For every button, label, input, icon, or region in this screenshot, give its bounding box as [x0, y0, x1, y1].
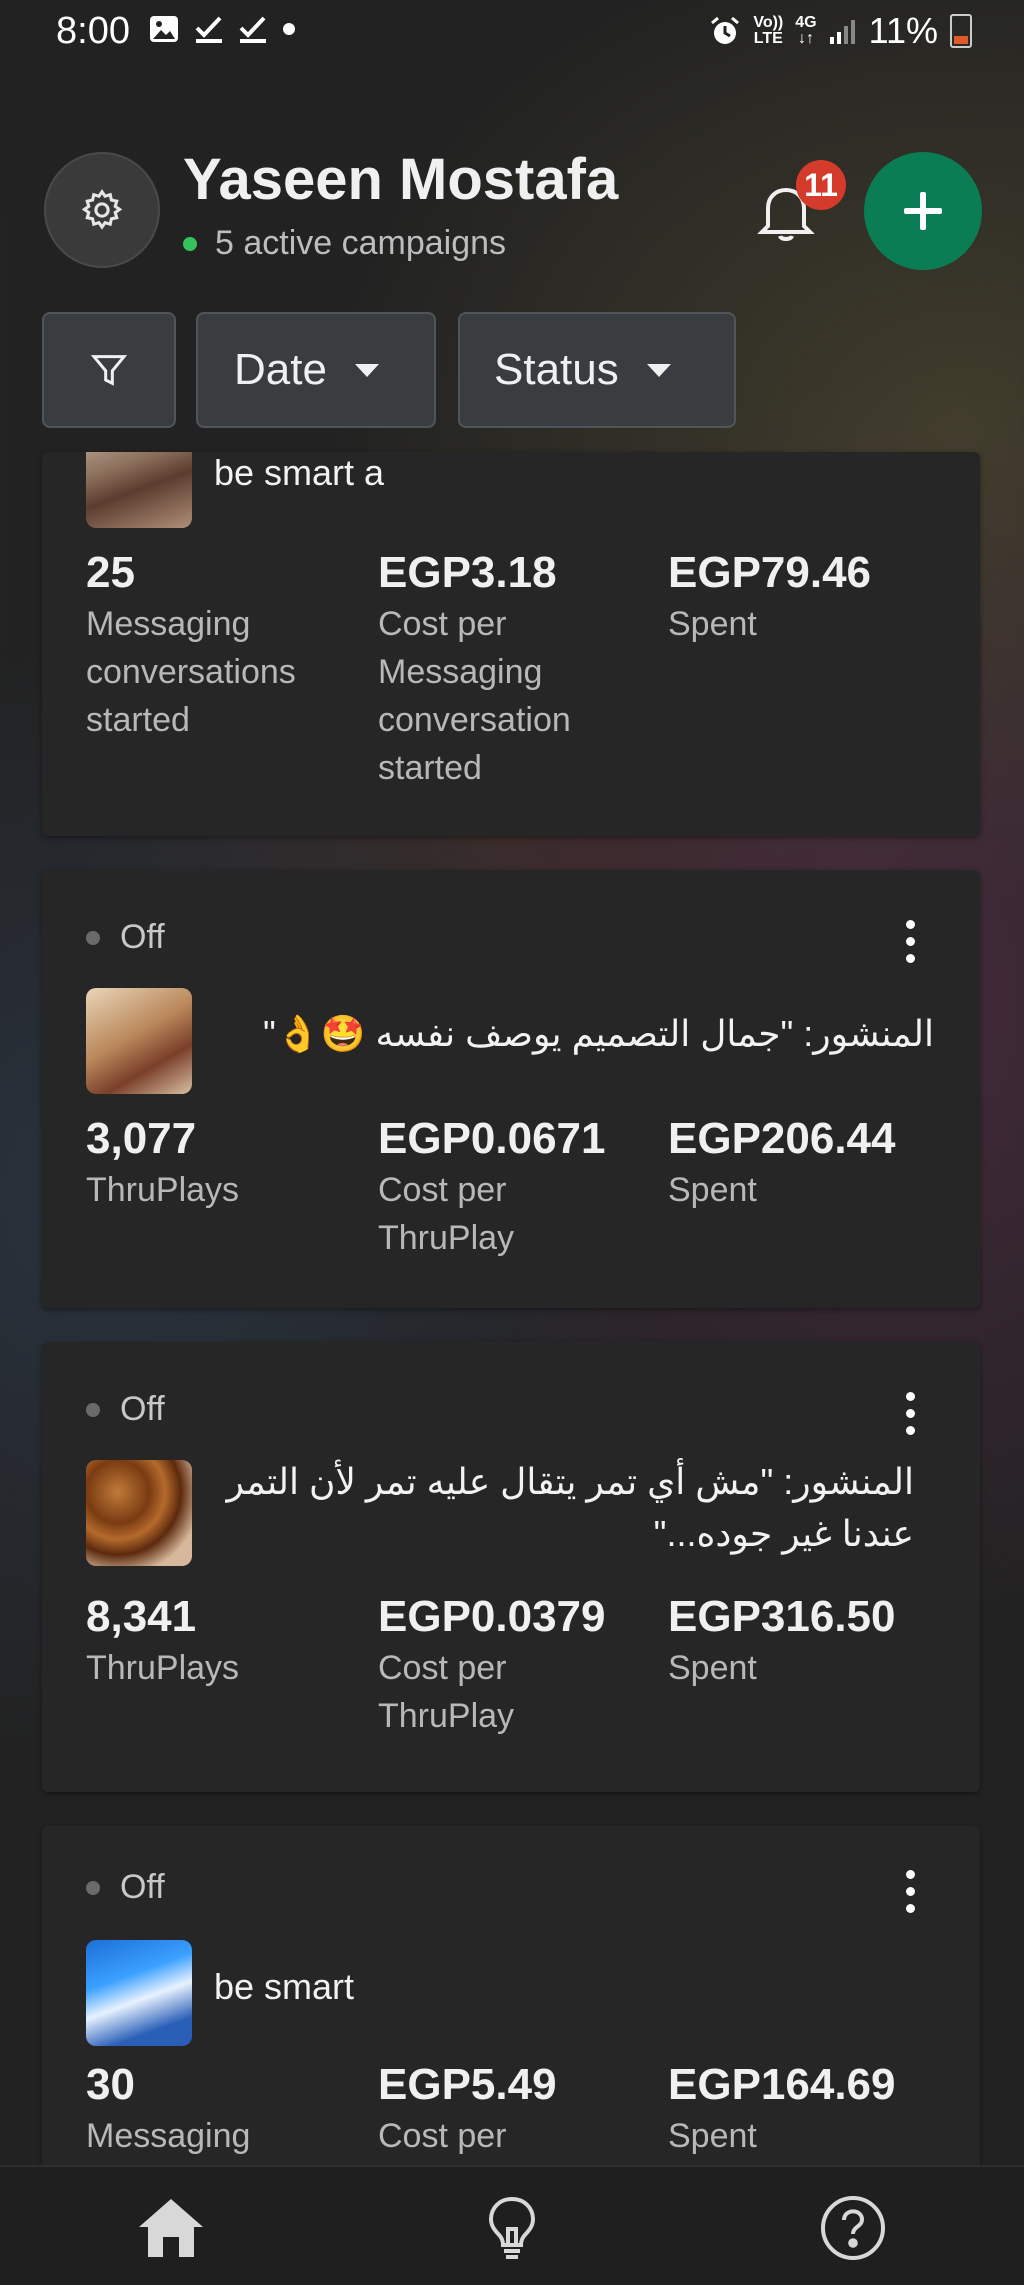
gear-icon [81, 189, 123, 230]
campaign-name: be smart [214, 1966, 355, 2007]
nav-insights[interactable] [477, 2193, 547, 2263]
image-icon [150, 16, 178, 42]
campaign-card[interactable]: Off المنشور: "مش أي تمر يتقال عليه تمر ل… [42, 1342, 980, 1792]
lightbulb-icon [488, 2196, 536, 2259]
campaign-status: Off [86, 1390, 165, 1429]
alarm-icon [711, 16, 740, 44]
nav-help[interactable] [818, 2193, 888, 2263]
settings-button[interactable] [44, 152, 160, 268]
campaign-status-label: Off [120, 918, 165, 956]
metric-cost-per-result: EGP0.0671 Cost per ThruPlay [378, 1114, 606, 1257]
notification-icons [148, 14, 296, 44]
notification-badge: 11 [796, 160, 846, 210]
metric-results: 30 Messaging [86, 2060, 251, 2155]
metric-cost-per-result: EGP3.18 Cost per Messaging conversation … [378, 548, 571, 787]
bottom-navigation [0, 2165, 1024, 2285]
create-campaign-button[interactable] [864, 152, 982, 270]
metric-results: 25 Messaging conversations started [86, 548, 296, 739]
more-options-icon[interactable] [904, 1392, 916, 1435]
metric-results: 3,077 ThruPlays [86, 1114, 240, 1209]
metric-spent: EGP79.46 Spent [668, 548, 872, 643]
status-dot [86, 1880, 100, 1895]
battery-percent: 11% [868, 10, 938, 51]
active-campaigns-status: 5 active campaigns [183, 224, 506, 263]
campaign-thumbnail [86, 1460, 192, 1566]
account-name: Yaseen Mostafa [183, 147, 619, 212]
campaign-thumbnail [86, 1940, 192, 2046]
metric-cost-per-result: EGP5.49 Cost per [378, 2060, 557, 2155]
date-filter-label: Date [234, 345, 327, 394]
metric-spent: EGP316.50 Spent [668, 1592, 896, 1687]
home-icon [139, 2199, 203, 2257]
status-dot [86, 930, 100, 945]
network-indicator: 4G ↓↑ [795, 14, 817, 47]
chevron-down-icon [354, 363, 379, 377]
help-icon [821, 2196, 885, 2260]
campaign-status: Off [86, 918, 165, 957]
status-filter-label: Status [494, 345, 619, 394]
more-options-icon[interactable] [904, 1870, 916, 1913]
dot-icon [283, 23, 295, 35]
active-status-dot [183, 236, 197, 251]
check-icon [239, 16, 266, 43]
campaign-thumbnail [86, 452, 192, 528]
filter-button[interactable] [42, 312, 176, 428]
campaign-status-label: Off [120, 1390, 165, 1428]
nav-home[interactable] [136, 2193, 206, 2263]
metric-results: 8,341 ThruPlays [86, 1592, 240, 1687]
metric-spent: EGP164.69 Spent [668, 2060, 896, 2155]
campaign-card[interactable]: Off be smart 30 Messaging EGP5.49 Cost p… [42, 1826, 980, 2186]
campaign-card[interactable]: be smart a 25 Messaging conversations st… [42, 452, 980, 836]
date-filter-dropdown[interactable]: Date [196, 312, 436, 428]
battery-icon [950, 14, 972, 48]
campaign-name: المنشور: "مش أي تمر يتقال عليه تمر لأن ا… [226, 1461, 914, 1554]
check-icon [195, 16, 222, 43]
signal-icon [829, 20, 855, 44]
campaign-status-label: Off [120, 1868, 165, 1906]
status-time: 8:00 [56, 10, 130, 52]
campaign-name: المنشور: "جمال التصميم يوصف نفسه 🤩👌" [263, 1013, 934, 1054]
more-options-icon[interactable] [904, 920, 916, 963]
filter-icon [90, 355, 128, 386]
volte-indicator: Vo)) LTE [753, 14, 784, 47]
chevron-down-icon [646, 363, 671, 377]
status-bar: 8:00 Vo)) LTE 4G ↓↑ 11% [0, 0, 1024, 66]
campaign-name: be smart a [214, 452, 385, 493]
campaign-status: Off [86, 1868, 165, 1907]
active-campaigns-count: 5 active campaigns [215, 224, 507, 262]
metric-spent: EGP206.44 Spent [668, 1114, 896, 1209]
status-dot [86, 1402, 100, 1417]
status-filter-dropdown[interactable]: Status [458, 312, 736, 428]
system-icons: Vo)) LTE 4G ↓↑ 11% [709, 10, 972, 52]
metric-cost-per-result: EGP0.0379 Cost per ThruPlay [378, 1592, 606, 1735]
campaign-thumbnail [86, 988, 192, 1094]
plus-icon [904, 192, 942, 230]
campaign-card[interactable]: Off المنشور: "جمال التصميم يوصف نفسه 🤩👌"… [42, 870, 980, 1308]
